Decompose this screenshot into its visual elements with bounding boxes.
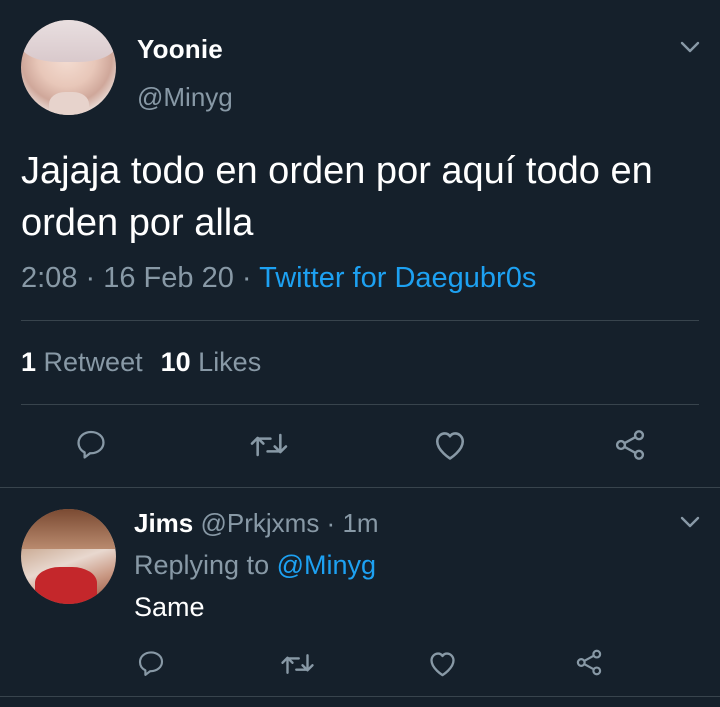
tweet-stats: 1 Retweet 10 Likes [21, 347, 261, 378]
avatar-hair [21, 20, 116, 62]
author-handle[interactable]: @Minyg [137, 82, 233, 113]
replying-prefix: Replying to [134, 550, 277, 580]
tweet-time: 2:08 [21, 262, 78, 294]
meta-separator: · [77, 262, 104, 294]
avatar-red-cloth [35, 567, 97, 604]
likes-stat[interactable]: 10 Likes [161, 347, 262, 377]
meta-separator: · [233, 262, 260, 294]
tweet-detail-view: Yoonie @Minyg Jajaja todo en orden por a… [0, 0, 720, 707]
reply-author-name[interactable]: Jims [134, 508, 193, 538]
replying-to-mention[interactable]: @Minyg [277, 550, 376, 580]
tweet-date: 16 Feb 20 [103, 262, 234, 294]
retweets-stat[interactable]: 1 Retweet [21, 347, 143, 377]
tweet-meta: 2:08 · 16 Feb 20 · Twitter for Daegubr0s [21, 262, 536, 295]
share-icon[interactable] [611, 427, 649, 463]
chevron-down-icon[interactable] [680, 515, 700, 529]
heart-icon[interactable] [427, 649, 458, 678]
like-label: Likes [198, 347, 262, 377]
meta-separator: · [319, 508, 343, 538]
tweet-source-link[interactable]: Twitter for Daegubr0s [259, 262, 536, 294]
avatar-neck [49, 92, 89, 115]
share-icon[interactable] [573, 647, 605, 678]
retweet-icon[interactable] [249, 428, 289, 462]
retweet-count: 1 [21, 347, 37, 377]
reply-author-handle[interactable]: @Prkjxms [201, 508, 320, 538]
divider [21, 404, 699, 405]
divider [21, 320, 699, 321]
like-count: 10 [160, 347, 191, 377]
heart-icon[interactable] [432, 428, 468, 462]
author-name[interactable]: Yoonie [137, 34, 223, 65]
retweet-icon[interactable] [280, 649, 315, 679]
reply-header: Jims @Prkjxms · 1m [134, 508, 379, 539]
replying-to: Replying to @Minyg [134, 550, 376, 581]
reply-icon[interactable] [136, 648, 166, 678]
avatar-hair [21, 509, 116, 549]
reply-avatar[interactable] [21, 509, 116, 604]
chevron-down-icon[interactable] [680, 40, 700, 54]
reply-text: Same [134, 592, 205, 622]
retweet-label: Retweet [43, 347, 143, 377]
tweet-text: Jajaja todo en orden por aquí todo en or… [21, 150, 653, 244]
divider [0, 487, 720, 488]
reply-time: 1m [342, 508, 379, 538]
divider [0, 696, 720, 697]
reply-icon[interactable] [74, 427, 108, 461]
avatar[interactable] [21, 20, 116, 115]
